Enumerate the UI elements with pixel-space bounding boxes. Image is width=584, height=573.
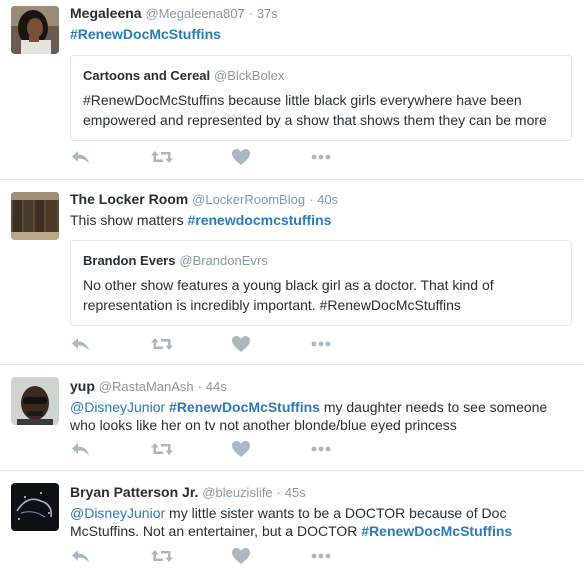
display-name[interactable]: Bryan Patterson Jr. <box>70 484 198 500</box>
hashtag-link[interactable]: #renewdocmcstuffins <box>187 212 331 228</box>
tweet-text: @DisneyJunior my little sister wants to … <box>70 504 572 540</box>
tweet-header: yup @RastaManAsh · 44s <box>70 377 572 396</box>
display-name[interactable]: yup <box>70 378 95 394</box>
user-handle[interactable]: @bleuzislife <box>202 485 272 500</box>
user-handle[interactable]: @LockerRoomBlog <box>192 192 305 207</box>
quoted-user-handle: @BrandonEvrs <box>179 253 268 268</box>
avatar[interactable] <box>11 6 59 54</box>
tweet-text: @DisneyJunior #RenewDocMcStuffins my dau… <box>70 398 572 434</box>
hashtag-link[interactable]: #RenewDocMcStuffins <box>70 26 221 42</box>
retweet-icon[interactable] <box>150 335 174 355</box>
quoted-tweet-text: No other show features a young black gir… <box>83 277 494 313</box>
hashtag-link[interactable]: #RenewDocMcStuffins <box>361 523 512 539</box>
user-handle[interactable]: @RastaManAsh <box>99 379 194 394</box>
tweet-header: Megaleena @Megaleena807 · 37s <box>70 4 572 23</box>
timestamp[interactable]: 45s <box>285 485 306 500</box>
like-icon[interactable] <box>231 547 255 567</box>
retweet-icon[interactable] <box>150 440 174 460</box>
quoted-tweet-text: #RenewDocMcStuffins because little black… <box>83 92 547 128</box>
reply-icon[interactable] <box>70 440 94 460</box>
mention-link[interactable]: @DisneyJunior <box>70 399 165 415</box>
display-name[interactable]: Megaleena <box>70 5 142 21</box>
separator-dot: · <box>197 379 202 394</box>
retweet-icon[interactable] <box>150 148 174 168</box>
avatar[interactable] <box>11 377 59 425</box>
tweet[interactable]: The Locker Room @LockerRoomBlog · 40s Th… <box>0 180 584 365</box>
reply-icon[interactable] <box>70 148 94 168</box>
separator-dot: · <box>276 485 281 500</box>
mention-link[interactable]: @DisneyJunior <box>70 505 165 521</box>
timestamp[interactable]: 44s <box>206 379 227 394</box>
more-icon[interactable] <box>310 440 334 460</box>
more-icon[interactable] <box>310 547 334 567</box>
separator-dot: · <box>248 6 253 21</box>
more-icon[interactable] <box>310 335 334 355</box>
tweet-header: Bryan Patterson Jr. @bleuzislife · 45s <box>70 483 572 502</box>
tweet-text-plain: This show matters <box>70 212 188 228</box>
tweet-text: #RenewDocMcStuffins <box>70 25 572 43</box>
hashtag-link[interactable]: #RenewDocMcStuffins <box>169 399 320 415</box>
user-handle[interactable]: @Megaleena807 <box>145 6 244 21</box>
display-name[interactable]: The Locker Room <box>70 191 188 207</box>
quoted-user-handle: @BlckBolex <box>214 68 285 83</box>
tweet-header: The Locker Room @LockerRoomBlog · 40s <box>70 190 572 209</box>
reply-icon[interactable] <box>70 547 94 567</box>
quoted-tweet[interactable]: Cartoons and Cereal @BlckBolex #RenewDoc… <box>70 55 572 141</box>
quoted-display-name: Brandon Evers <box>83 253 176 268</box>
like-icon[interactable] <box>231 148 255 168</box>
tweet[interactable]: yup @RastaManAsh · 44s @DisneyJunior #Re… <box>0 365 584 471</box>
tweet[interactable]: Bryan Patterson Jr. @bleuzislife · 45s @… <box>0 471 584 573</box>
quoted-tweet[interactable]: Brandon Evers @BrandonEvrs No other show… <box>70 240 572 326</box>
quoted-display-name: Cartoons and Cereal <box>83 68 211 83</box>
avatar[interactable] <box>11 192 59 240</box>
separator-dot: · <box>308 192 314 207</box>
retweet-icon[interactable] <box>150 547 174 567</box>
more-icon[interactable] <box>310 148 334 168</box>
like-icon[interactable] <box>231 335 255 355</box>
avatar[interactable] <box>11 483 59 531</box>
timestamp[interactable]: 40s <box>317 192 338 207</box>
tweet-text: This show matters #renewdocmcstuffins <box>70 211 572 229</box>
tweet[interactable]: Megaleena @Megaleena807 · 37s #RenewDocM… <box>0 0 584 180</box>
timestamp[interactable]: 37s <box>257 6 278 21</box>
like-icon[interactable] <box>231 440 255 460</box>
reply-icon[interactable] <box>70 335 94 355</box>
